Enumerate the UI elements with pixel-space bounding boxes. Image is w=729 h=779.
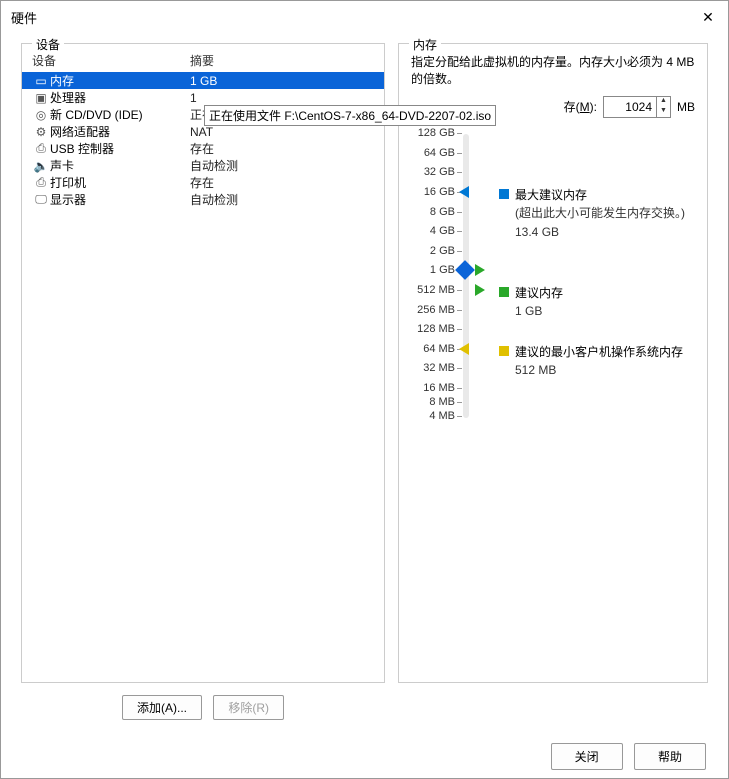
device-list: ▭内存1 GB▣处理器1◎新 CD/DVD (IDE)正在使用文件 F:\Cen…: [22, 72, 384, 208]
device-name: USB 控制器: [50, 140, 190, 157]
header-device: 设备: [32, 52, 190, 69]
memory-input-label: 存(M):: [564, 98, 597, 115]
hardware-dialog: 硬件 ✕ 设备 设备 摘要 ▭内存1 GB▣处理器1◎新 CD/DVD (IDE…: [0, 0, 729, 779]
device-name: 显示器: [50, 191, 190, 208]
slider-tick: 8 MB: [399, 396, 455, 408]
device-name: 处理器: [50, 89, 190, 106]
add-remove-bar: 添加(A)... 移除(R): [21, 695, 385, 720]
add-button[interactable]: 添加(A)...: [122, 695, 202, 720]
spinner-arrows[interactable]: ▲▼: [656, 97, 670, 117]
device-summary: 存在: [190, 174, 374, 191]
rec-marker-icon: [475, 284, 485, 296]
dialog-footer: 关闭 帮助: [547, 743, 710, 770]
slider-tick: 32 MB: [399, 362, 455, 374]
device-tooltip: 正在使用文件 F:\CentOS-7-x86_64-DVD-2207-02.is…: [204, 105, 496, 126]
legend-value: 13.4 GB: [515, 224, 689, 241]
device-row[interactable]: ▭内存1 GB: [22, 72, 384, 89]
slider-tick: 128 GB: [399, 127, 455, 139]
device-name: 内存: [50, 72, 190, 89]
device-panel-label: 设备: [32, 36, 64, 53]
device-row[interactable]: ⎙打印机存在: [22, 174, 384, 191]
device-icon: ⎙: [32, 141, 50, 156]
slider-tick: 64 MB: [399, 343, 455, 355]
device-name: 网络适配器: [50, 123, 190, 140]
device-name: 打印机: [50, 174, 190, 191]
legend-title: 建议内存: [515, 286, 563, 300]
slider-tick: 1 GB: [399, 264, 455, 276]
device-icon: 🖵: [32, 192, 50, 207]
device-icon: ⎙: [32, 175, 50, 190]
memory-description: 指定分配给此虚拟机的内存量。内存大小必须为 4 MB 的倍数。: [399, 50, 707, 96]
device-summary: 自动检测: [190, 157, 374, 174]
device-table-header: 设备 摘要: [22, 50, 384, 72]
current-pointer-icon[interactable]: [455, 260, 475, 280]
legend-item: 最大建议内存 (超出此大小可能发生内存交换。) 13.4 GB: [499, 186, 689, 241]
header-summary: 摘要: [190, 52, 214, 69]
current-green-icon: [475, 264, 485, 276]
legend-note: (超出此大小可能发生内存交换。): [515, 205, 689, 222]
device-row[interactable]: ▣处理器1: [22, 89, 384, 106]
max-marker-icon: [459, 186, 469, 198]
slider-tick: 8 GB: [399, 206, 455, 218]
slider-tick: 128 MB: [399, 323, 455, 335]
close-icon[interactable]: ✕: [698, 9, 718, 26]
slider-tick: 256 MB: [399, 304, 455, 316]
memory-spinner[interactable]: ▲▼: [603, 96, 671, 118]
device-name: 新 CD/DVD (IDE): [50, 106, 190, 123]
device-summary: 自动检测: [190, 191, 374, 208]
slider-tick: 4 MB: [399, 410, 455, 422]
device-row[interactable]: ◎新 CD/DVD (IDE)正在使用文件 F:\CentOS-7-x86_6.…: [22, 106, 384, 123]
device-icon: 🔈: [32, 159, 50, 173]
memory-unit: MB: [677, 100, 695, 114]
device-icon: ▭: [32, 74, 50, 88]
device-icon: ⚙: [32, 125, 50, 139]
window-title: 硬件: [11, 8, 37, 27]
min-marker-icon: [459, 343, 469, 355]
slider-tick: 4 GB: [399, 225, 455, 237]
device-summary: NAT: [190, 125, 374, 139]
legend-swatch: [499, 189, 509, 199]
legend-title: 建议的最小客户机操作系统内存: [515, 345, 683, 359]
device-summary: 1: [190, 91, 374, 105]
memory-input[interactable]: [604, 97, 656, 117]
slider-tick: 16 MB: [399, 382, 455, 394]
titlebar: 硬件 ✕: [1, 1, 728, 33]
legend-item: 建议的最小客户机操作系统内存 512 MB: [499, 343, 689, 379]
legend-title: 最大建议内存: [515, 188, 587, 202]
legend-swatch: [499, 346, 509, 356]
device-row[interactable]: 🖵显示器自动检测: [22, 191, 384, 208]
legend-swatch: [499, 287, 509, 297]
device-icon: ◎: [32, 108, 50, 122]
device-summary: 存在: [190, 140, 374, 157]
legend-value: 512 MB: [515, 362, 689, 379]
help-button[interactable]: 帮助: [634, 743, 706, 770]
device-row[interactable]: 🔈声卡自动检测: [22, 157, 384, 174]
spin-up-icon[interactable]: ▲: [657, 97, 670, 107]
device-panel: 设备 设备 摘要 ▭内存1 GB▣处理器1◎新 CD/DVD (IDE)正在使用…: [21, 43, 385, 683]
slider-tick: 32 GB: [399, 166, 455, 178]
memory-panel-label: 内存: [409, 36, 441, 53]
slider-tick: 2 GB: [399, 245, 455, 257]
close-button[interactable]: 关闭: [551, 743, 623, 770]
memory-slider[interactable]: 128 GB 64 GB 32 GB 16 GB 8 GB 4 GB 2 GB 1 GB 512…: [399, 128, 707, 428]
device-name: 声卡: [50, 157, 190, 174]
slider-tick: 64 GB: [399, 147, 455, 159]
remove-button: 移除(R): [213, 695, 284, 720]
legend-value: 1 GB: [515, 303, 689, 320]
spin-down-icon[interactable]: ▼: [657, 107, 670, 117]
device-icon: ▣: [32, 91, 50, 105]
device-summary: 1 GB: [190, 74, 374, 88]
device-row[interactable]: ⎙USB 控制器存在: [22, 140, 384, 157]
memory-panel: 内存 指定分配给此虚拟机的内存量。内存大小必须为 4 MB 的倍数。 存(M):…: [398, 43, 708, 683]
slider-tick: 16 GB: [399, 186, 455, 198]
legend-item: 建议内存 1 GB: [499, 284, 689, 320]
slider-tick: 512 MB: [399, 284, 455, 296]
